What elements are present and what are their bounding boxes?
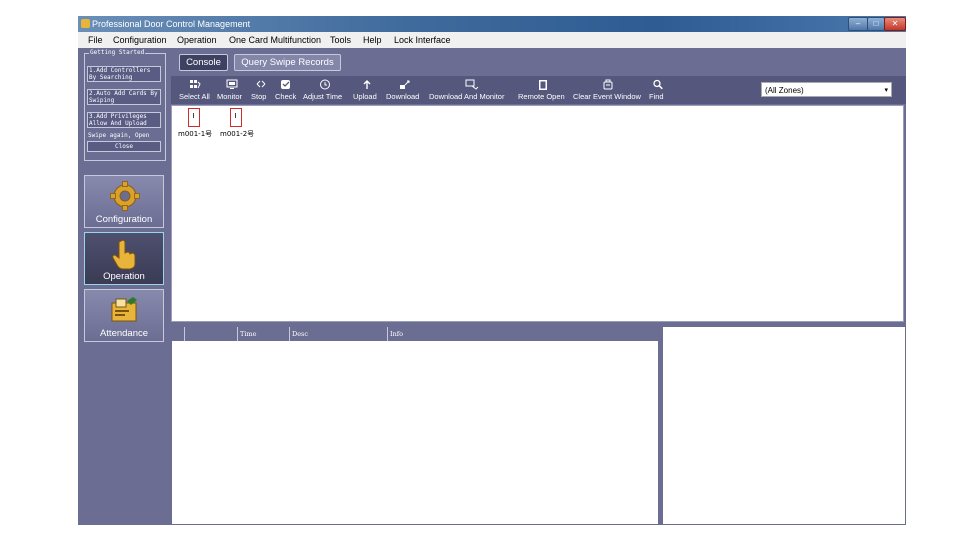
monitor-icon: [226, 79, 238, 89]
download-and-monitor-button[interactable]: Download And Monitor: [429, 78, 513, 102]
log-column-desc[interactable]: Desc: [289, 327, 388, 341]
monitor-label: Monitor: [217, 92, 243, 101]
log-column-header[interactable]: [172, 327, 184, 341]
log-column-time[interactable]: Time: [237, 327, 290, 341]
monitor-button[interactable]: Monitor: [217, 78, 247, 102]
getting-started-title: Getting Started: [89, 48, 146, 58]
chevron-down-icon: ▾: [884, 87, 888, 94]
upload-icon: [363, 80, 371, 89]
step-auto-add-cards-button[interactable]: 2.Auto Add Cards By Swiping: [87, 89, 161, 105]
door-label: m001-1号: [178, 130, 213, 138]
select-all-button[interactable]: Select All: [178, 78, 212, 102]
stop-button[interactable]: Stop: [251, 78, 271, 102]
step-add-privileges-button[interactable]: 3.Add Privileges Allow And Upload: [87, 112, 161, 128]
nav-attendance[interactable]: Attendance: [84, 289, 164, 342]
menu-lock-interface[interactable]: Lock Interface: [394, 32, 451, 48]
tab-query-swipe-records[interactable]: Query Swipe Records: [234, 54, 341, 71]
getting-started-panel: Getting Started 1.Add Controllers By Sea…: [84, 48, 166, 161]
upload-label: Upload: [353, 92, 377, 101]
nav-operation[interactable]: Operation: [84, 232, 164, 285]
menu-one-card-multifunction[interactable]: One Card Multifunction: [229, 32, 321, 48]
log-column-header[interactable]: [184, 327, 237, 341]
window-title: Professional Door Control Management: [92, 19, 251, 29]
nav-configuration-label: Configuration: [95, 214, 153, 225]
attendance-icon: [111, 297, 137, 322]
log-column-info[interactable]: Info: [387, 327, 658, 341]
clear-event-window-label: Clear Event Window: [573, 92, 641, 101]
tab-console[interactable]: Console: [179, 54, 228, 71]
find-button[interactable]: Find: [648, 78, 668, 102]
search-icon: [653, 79, 663, 90]
app-icon: [81, 19, 90, 28]
door-item[interactable]: m001-2号: [220, 108, 256, 142]
swipe-again-text: Swipe again, Open: [88, 132, 150, 139]
menu-tools[interactable]: Tools: [330, 32, 351, 48]
remote-open-button[interactable]: Remote Open: [518, 78, 568, 102]
check-label: Check: [275, 92, 297, 101]
download-and-monitor-label: Download And Monitor: [429, 92, 505, 101]
download-label: Download: [386, 92, 420, 101]
hand-pointer-icon: [112, 239, 136, 270]
download-icon: [400, 80, 410, 89]
toolbar: Select All Monitor Stop Check Adjust Tim…: [171, 76, 906, 104]
tab-row: Console Query Swipe Records: [176, 52, 904, 72]
nav-configuration[interactable]: Configuration: [84, 175, 164, 228]
check-button[interactable]: Check: [275, 78, 297, 102]
menu-file[interactable]: File: [88, 32, 103, 48]
zone-select[interactable]: (All Zones) ▾: [761, 82, 892, 97]
door-item[interactable]: m001-1号: [178, 108, 214, 142]
maximize-button[interactable]: □: [867, 17, 885, 31]
close-window-button[interactable]: ✕: [884, 17, 906, 31]
getting-started-close-button[interactable]: Close: [87, 141, 161, 152]
adjust-time-label: Adjust Time: [303, 92, 343, 101]
nav-operation-label: Operation: [103, 271, 145, 282]
find-label: Find: [649, 92, 664, 101]
download-button[interactable]: Download: [386, 78, 424, 102]
detail-panel: [662, 326, 906, 525]
adjust-time-button[interactable]: Adjust Time: [303, 78, 347, 102]
gear-icon: [110, 181, 140, 211]
event-log-header: Time Desc Info: [172, 327, 658, 341]
clear-icon: [603, 79, 613, 90]
door-icon: [539, 80, 547, 90]
select-all-label: Select All: [179, 92, 210, 101]
upload-button[interactable]: Upload: [353, 78, 381, 102]
zone-select-value: (All Zones): [765, 86, 804, 95]
door-monitor-canvas: m001-1号 m001-2号: [171, 105, 904, 322]
door-icon: [230, 108, 242, 127]
event-log-table: Time Desc Info: [171, 326, 659, 525]
title-bar: Professional Door Control Management – □…: [78, 16, 906, 32]
menu-configuration[interactable]: Configuration: [113, 32, 167, 48]
stop-icon: [256, 80, 266, 88]
menu-help[interactable]: Help: [363, 32, 382, 48]
minimize-button[interactable]: –: [848, 17, 868, 31]
download-monitor-icon: [465, 79, 479, 90]
menu-operation[interactable]: Operation: [177, 32, 217, 48]
menu-bar: File Configuration Operation One Card Mu…: [78, 32, 906, 48]
nav-attendance-label: Attendance: [99, 328, 149, 339]
select-all-icon: [190, 80, 201, 89]
clear-event-window-button[interactable]: Clear Event Window: [573, 78, 643, 102]
check-icon: [281, 80, 290, 89]
sidebar: Getting Started 1.Add Controllers By Sea…: [78, 48, 170, 525]
clock-icon: [320, 79, 330, 90]
remote-open-label: Remote Open: [518, 92, 565, 101]
door-icon: [188, 108, 200, 127]
step-add-controllers-button[interactable]: 1.Add Controllers By Searching: [87, 66, 161, 82]
stop-label: Stop: [251, 92, 267, 101]
door-label: m001-2号: [220, 130, 255, 138]
app-window: Professional Door Control Management – □…: [78, 16, 906, 525]
